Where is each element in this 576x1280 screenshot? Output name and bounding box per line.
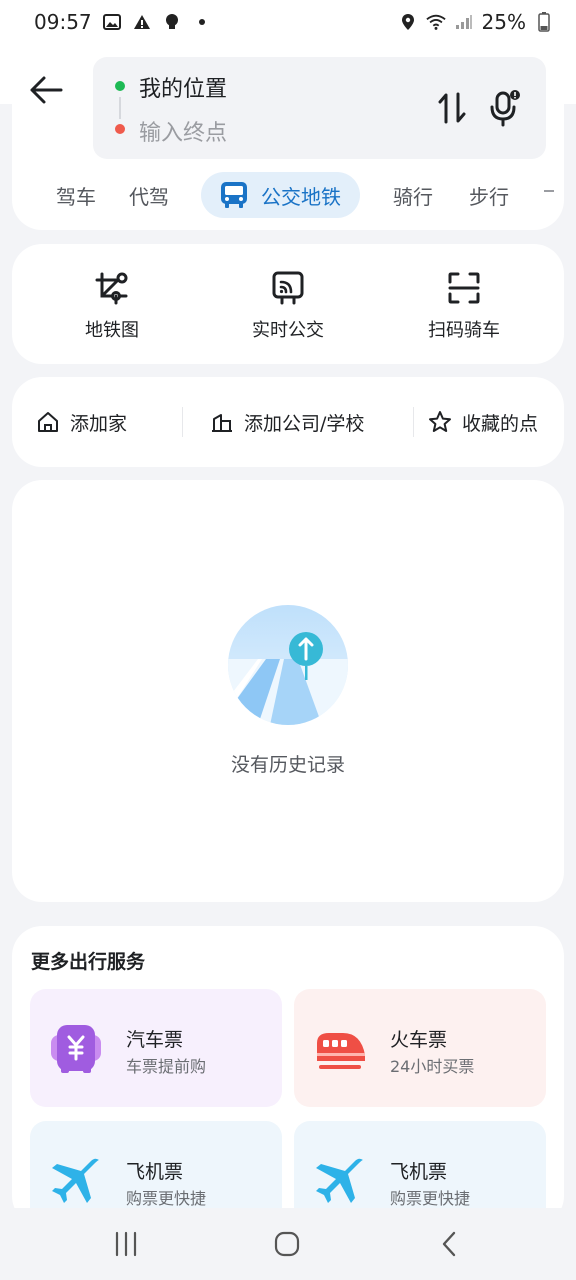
- battery-percent: 25%: [481, 10, 526, 34]
- recent-apps-icon: [115, 1231, 137, 1257]
- train-ticket-service[interactable]: 火车票 24小时买票: [294, 989, 546, 1107]
- swap-icon: [438, 92, 466, 124]
- bulb-icon: [162, 12, 182, 32]
- history-card: 没有历史记录: [12, 480, 564, 902]
- image-icon: [102, 12, 122, 32]
- origin-field[interactable]: 我的位置: [139, 71, 227, 103]
- tab-transit-label: 公交地铁: [261, 184, 341, 209]
- voice-input-button[interactable]: [487, 88, 523, 128]
- train-icon: [312, 1021, 368, 1077]
- tool-scan-bike[interactable]: 扫码骑车: [404, 268, 524, 342]
- service-subtitle: 购票更快捷: [126, 1189, 207, 1208]
- plane-icon: [312, 1153, 368, 1209]
- wifi-icon: [425, 12, 446, 32]
- scan-icon: [444, 268, 484, 308]
- plane-icon: [48, 1153, 104, 1209]
- location-icon: [398, 12, 418, 32]
- service-subtitle: 24小时买票: [390, 1057, 475, 1076]
- back-button[interactable]: [26, 66, 66, 114]
- home-icon: [36, 410, 60, 434]
- empty-history-text: 没有历史记录: [230, 754, 345, 776]
- destination-input[interactable]: 输入终点: [139, 115, 227, 147]
- tab-chauffeur[interactable]: 代驾: [129, 172, 169, 218]
- route-input-box: 我的位置 输入终点: [93, 57, 546, 159]
- swap-route-button[interactable]: [435, 90, 469, 126]
- system-nav-bar: [0, 1208, 576, 1280]
- add-home-button[interactable]: 添加家: [36, 403, 127, 441]
- tab-cycling[interactable]: 骑行: [393, 172, 433, 218]
- tool-label: 地铁图: [85, 320, 139, 341]
- fav-label: 添加公司/学校: [244, 412, 365, 435]
- quick-tools-card: 地铁图 实时公交 扫码骑车: [12, 244, 564, 364]
- tool-label: 扫码骑车: [428, 320, 500, 341]
- service-title: 飞机票: [126, 1161, 184, 1183]
- service-title: 汽车票: [126, 1029, 184, 1051]
- service-subtitle: 车票提前购: [126, 1057, 207, 1076]
- service-subtitle: 购票更快捷: [390, 1189, 471, 1208]
- metro-map-icon: [92, 268, 132, 308]
- tool-realtime-bus[interactable]: 实时公交: [228, 268, 348, 342]
- building-icon: [210, 410, 234, 434]
- service-title: 火车票: [390, 1029, 448, 1051]
- bus-ticket-icon: [48, 1021, 104, 1077]
- origin-dot: [115, 81, 125, 91]
- back-nav-button[interactable]: [429, 1226, 469, 1262]
- more-tabs-indicator: [544, 190, 554, 192]
- fav-label: 收藏的点: [462, 412, 539, 435]
- destination-dot: [115, 124, 125, 134]
- divider: [182, 407, 183, 437]
- route-connector: [119, 97, 121, 119]
- realtime-bus-icon: [268, 268, 308, 308]
- warning-icon: [132, 12, 152, 32]
- bus-icon: [219, 181, 249, 209]
- back-nav-icon: [442, 1231, 456, 1257]
- status-time: 09:57: [34, 10, 92, 34]
- back-arrow-icon: [30, 76, 63, 104]
- microphone-icon: [490, 90, 520, 127]
- home-nav-button[interactable]: [267, 1226, 307, 1262]
- battery-icon: [534, 12, 554, 32]
- add-work-button[interactable]: 添加公司/学校: [210, 403, 364, 441]
- favorites-card: 添加家 添加公司/学校 收藏的点: [12, 377, 564, 467]
- empty-road-illustration-icon: [228, 605, 348, 725]
- fav-label: 添加家: [70, 412, 128, 435]
- tab-transit[interactable]: 公交地铁: [201, 172, 360, 218]
- tab-drive[interactable]: 驾车: [56, 172, 96, 218]
- tool-metro-map[interactable]: 地铁图: [52, 268, 172, 342]
- divider: [413, 407, 414, 437]
- bus-ticket-service[interactable]: 汽车票 车票提前购: [30, 989, 282, 1107]
- tab-walking[interactable]: 步行: [469, 172, 509, 218]
- signal-icon: [454, 12, 474, 32]
- saved-places-button[interactable]: 收藏的点: [428, 403, 538, 441]
- route-header-card: 我的位置 输入终点 驾车 代驾 公交地铁 骑行 步行: [12, 38, 564, 230]
- services-title: 更多出行服务: [31, 951, 146, 973]
- dot-icon: [192, 12, 212, 32]
- service-title: 飞机票: [390, 1161, 448, 1183]
- services-card: 更多出行服务 汽车票 车票提前购 火车票 24小时买票 飞机票 购票更快捷 飞机…: [12, 926, 564, 1239]
- tool-label: 实时公交: [252, 320, 324, 341]
- recent-apps-button[interactable]: [106, 1226, 146, 1262]
- transport-mode-tabs: 驾车 代驾 公交地铁 骑行 步行: [12, 172, 564, 218]
- home-nav-icon: [274, 1231, 300, 1257]
- star-icon: [428, 410, 452, 434]
